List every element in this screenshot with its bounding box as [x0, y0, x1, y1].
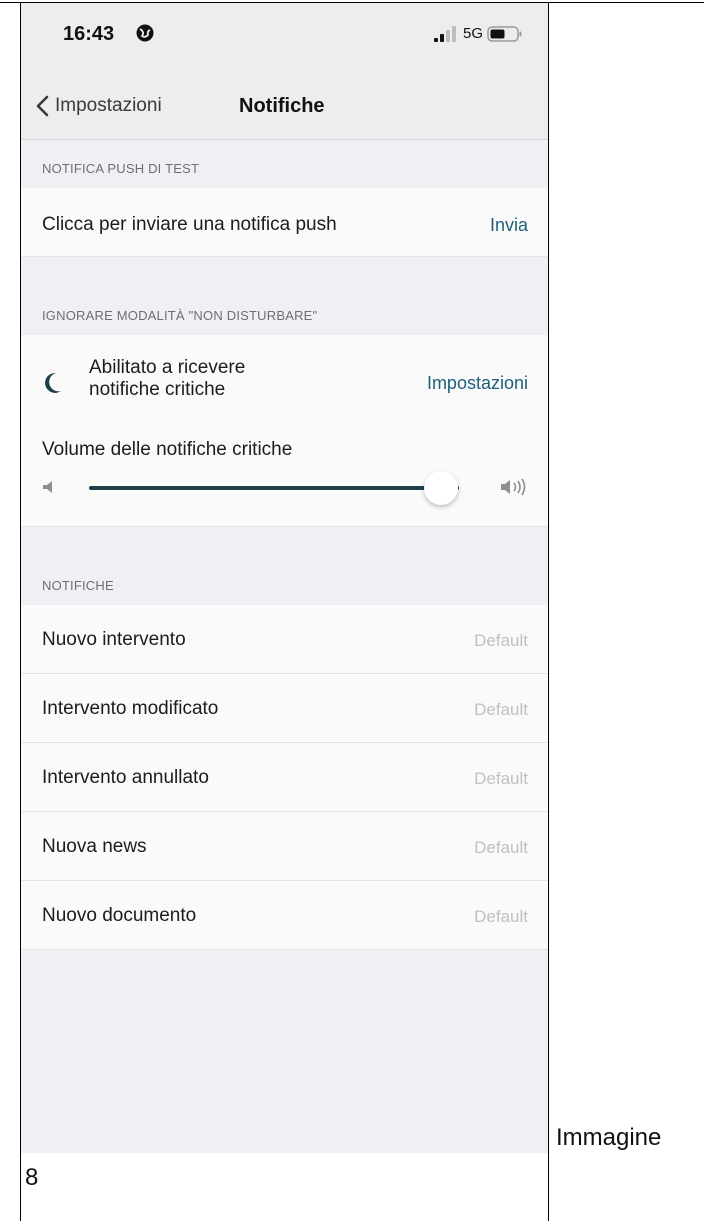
- critical-notifications-card: Abilitato a ricevere notifiche critiche …: [21, 335, 548, 527]
- test-push-row: Clicca per inviare una notifica push Inv…: [21, 188, 548, 257]
- section-header-notifications: NOTIFICHE: [21, 527, 548, 605]
- navigation-bar: Impostazioni Notifiche: [21, 61, 548, 140]
- moon-icon: [45, 372, 61, 393]
- critical-settings-link[interactable]: Impostazioni: [427, 373, 528, 394]
- list-item[interactable]: Nuova news Default: [21, 812, 548, 881]
- list-item-value: Default: [474, 700, 528, 719]
- critical-notifications-label: Abilitato a ricevere notifiche critiche: [89, 357, 246, 400]
- list-item[interactable]: Intervento annullato Default: [21, 743, 548, 812]
- volume-label: Volume delle notifiche critiche: [42, 439, 293, 460]
- figure-caption-word: Immagine: [556, 1124, 662, 1151]
- signal-icon: [434, 26, 456, 42]
- list-item-value: Default: [474, 907, 528, 926]
- volume-high-icon: [501, 478, 526, 496]
- section-header-dnd: IGNORARE MODALITÀ "NON DISTURBARE": [21, 257, 548, 335]
- back-button[interactable]: Impostazioni: [35, 91, 162, 121]
- list-item[interactable]: Intervento modificato Default: [21, 674, 548, 743]
- test-push-label: Clicca per inviare una notifica push: [42, 214, 337, 235]
- list-item[interactable]: Nuovo intervento Default: [21, 605, 548, 674]
- list-item-value: Default: [474, 631, 528, 650]
- list-item-value: Default: [474, 838, 528, 857]
- send-push-button[interactable]: Invia: [490, 215, 528, 236]
- list-item-label: Intervento annullato: [42, 767, 209, 788]
- page-title: Notifiche: [239, 95, 325, 117]
- back-button-label: Impostazioni: [55, 95, 162, 116]
- list-item-label: Nuova news: [42, 836, 147, 857]
- network-type: 5G: [463, 25, 484, 42]
- list-item-label: Nuovo intervento: [42, 629, 186, 650]
- chevron-left-icon: [36, 95, 49, 117]
- list-item-label: Nuovo documento: [42, 905, 197, 926]
- volume-low-icon: [43, 481, 52, 493]
- volume-slider-track[interactable]: [89, 486, 459, 490]
- volume-slider-thumb[interactable]: [423, 471, 458, 505]
- location-globe-icon: [136, 24, 154, 42]
- list-item-value: Default: [474, 769, 528, 788]
- frame-right-line: [548, 2, 549, 1221]
- list-item-label: Intervento modificato: [42, 698, 219, 719]
- battery-icon: [487, 26, 522, 42]
- phone-screenshot: 16:43 5G Impostazioni Notifiche NOTIFICA…: [21, 3, 548, 1153]
- status-bar: 16:43 5G: [21, 3, 548, 61]
- list-item[interactable]: Nuovo documento Default: [21, 881, 548, 950]
- section-header-test-push: NOTIFICA PUSH DI TEST: [21, 140, 548, 188]
- status-time: 16:43: [63, 23, 115, 45]
- figure-caption-number: 8: [25, 1164, 39, 1191]
